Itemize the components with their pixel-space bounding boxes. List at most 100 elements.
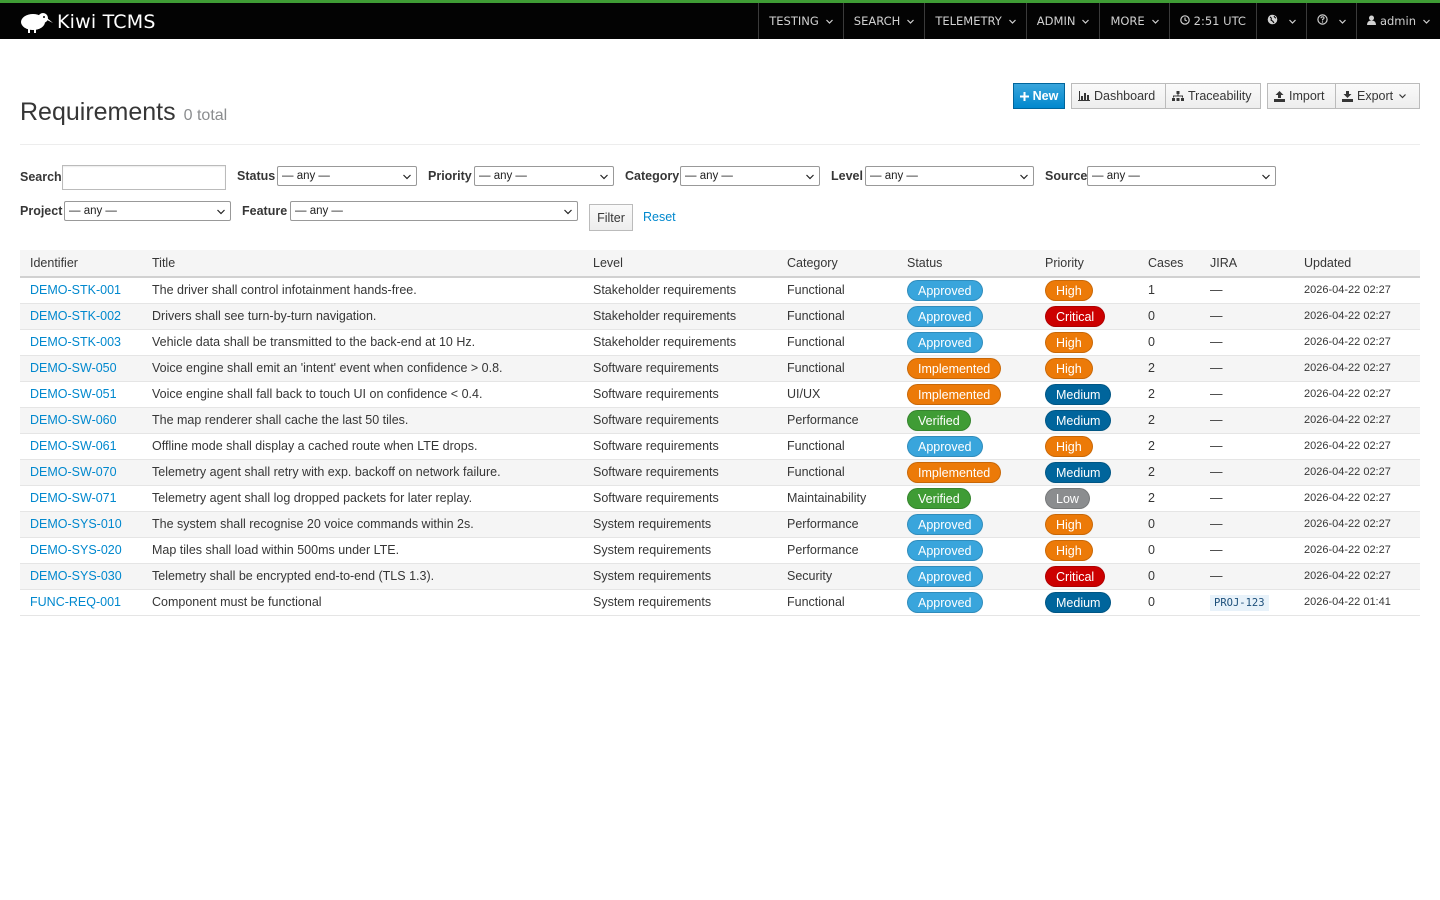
top-navbar: Kiwi TCMS TESTING SEARCH TELEMETRY ADMIN MOR… <box>0 0 1440 39</box>
cell-level: Software requirements <box>583 459 777 486</box>
cell-level: System requirements <box>583 563 777 590</box>
chevron-down-icon <box>564 209 572 215</box>
chevron-down-icon <box>907 19 915 24</box>
cell-identifier: DEMO-SW-050 <box>20 355 142 382</box>
nav-admin[interactable]: admin <box>1355 3 1440 39</box>
cell-updated: 2026-04-22 02:27 <box>1294 459 1420 486</box>
requirement-id-link[interactable]: DEMO-SW-061 <box>30 439 117 453</box>
requirement-id-link[interactable]: DEMO-SYS-020 <box>30 543 122 557</box>
table-row[interactable]: DEMO-STK-002 Drivers shall see turn-by-tu… <box>20 303 1420 330</box>
import-button[interactable]: Import <box>1267 83 1336 109</box>
cell-category: Performance <box>777 511 897 538</box>
requirement-id-link[interactable]: FUNC-REQ-001 <box>30 595 121 609</box>
column-header-updated: Updated <box>1294 250 1420 278</box>
table-row[interactable]: DEMO-SYS-030 Telemetry shall be encrypted… <box>20 563 1420 590</box>
cell-category: Performance <box>777 407 897 434</box>
requirement-id-link[interactable]: DEMO-SW-071 <box>30 491 117 505</box>
cell-jira: PROJ-123 <box>1200 589 1294 616</box>
traceability-button[interactable]: Traceability <box>1165 83 1261 109</box>
user-icon <box>1366 14 1376 28</box>
nav-search[interactable]: SEARCH <box>842 3 925 39</box>
priority-select[interactable]: — any — <box>474 166 614 186</box>
column-header-cases: Cases <box>1138 250 1200 278</box>
brand-logo[interactable]: Kiwi TCMS <box>19 9 156 35</box>
requirement-id-link[interactable]: DEMO-SYS-010 <box>30 517 122 531</box>
bar-chart-icon <box>1078 91 1090 101</box>
nav-testing[interactable]: TESTING <box>758 3 843 39</box>
cell-status: Implemented <box>897 381 1035 408</box>
chevron-down-icon <box>1020 174 1028 180</box>
priority-badge: Critical <box>1045 305 1106 327</box>
filter-button[interactable]: Filter <box>589 204 633 231</box>
feature-select[interactable]: — any — <box>290 201 578 221</box>
requirement-id-link[interactable]: DEMO-SW-070 <box>30 465 117 479</box>
cell-jira: — <box>1200 563 1294 590</box>
priority-badge: High <box>1045 279 1093 301</box>
cell-jira: — <box>1200 459 1294 486</box>
table-row[interactable]: DEMO-SW-060 The map renderer shall cache … <box>20 407 1420 434</box>
header-divider <box>20 144 1420 145</box>
requirement-id-link[interactable]: DEMO-STK-003 <box>30 335 121 349</box>
table-row[interactable]: DEMO-SYS-020 Map tiles shall load within … <box>20 537 1420 564</box>
cell-title: Telemetry agent shall retry with exp. ba… <box>142 459 583 486</box>
requirement-id-link[interactable]: DEMO-SW-051 <box>30 387 117 401</box>
cell-priority: High <box>1035 511 1138 538</box>
nav-help[interactable] <box>1305 3 1356 39</box>
status-badge: Approved <box>907 435 983 457</box>
nav-2-51-utc[interactable]: 2:51 UTC <box>1168 3 1256 39</box>
cell-status: Approved <box>897 589 1035 616</box>
cell-updated: 2026-04-22 02:27 <box>1294 381 1420 408</box>
table-row[interactable]: DEMO-SW-050 Voice engine shall emit an 'i… <box>20 355 1420 382</box>
cell-jira: — <box>1200 355 1294 382</box>
table-row[interactable]: DEMO-SW-070 Telemetry agent shall retry w… <box>20 459 1420 486</box>
requirement-id-link[interactable]: DEMO-SW-050 <box>30 361 117 375</box>
priority-badge: Critical <box>1045 565 1106 587</box>
category-select[interactable]: — any — <box>680 166 820 186</box>
cell-jira: — <box>1200 407 1294 434</box>
cell-identifier: DEMO-SYS-020 <box>20 537 142 564</box>
table-row[interactable]: DEMO-SW-061 Offline mode shall display a … <box>20 433 1420 460</box>
cell-updated: 2026-04-22 02:27 <box>1294 433 1420 460</box>
table-row[interactable]: FUNC-REQ-001 Component must be functional… <box>20 589 1420 616</box>
status-select[interactable]: — any — <box>277 166 417 186</box>
cell-identifier: DEMO-SW-060 <box>20 407 142 434</box>
dashboard-button[interactable]: Dashboard <box>1071 83 1166 109</box>
project-select[interactable]: — any — <box>64 201 231 221</box>
cell-title: Voice engine shall emit an 'intent' even… <box>142 355 583 382</box>
nav-admin[interactable]: ADMIN <box>1025 3 1100 39</box>
nav-globe[interactable] <box>1255 3 1306 39</box>
cell-updated: 2026-04-22 02:27 <box>1294 485 1420 512</box>
chevron-down-icon <box>403 174 411 180</box>
table-row[interactable]: DEMO-SW-051 Voice engine shall fall back … <box>20 381 1420 408</box>
cell-cases: 0 <box>1138 537 1200 564</box>
cell-status: Approved <box>897 563 1035 590</box>
cell-status: Approved <box>897 277 1035 304</box>
cell-title: Map tiles shall load within 500ms under … <box>142 537 583 564</box>
requirement-id-link[interactable]: DEMO-SYS-030 <box>30 569 122 583</box>
table-row[interactable]: DEMO-STK-003 Vehicle data shall be transm… <box>20 329 1420 356</box>
source-select[interactable]: — any — <box>1087 166 1276 186</box>
level-select[interactable]: — any — <box>865 166 1034 186</box>
cell-cases: 2 <box>1138 407 1200 434</box>
nav-telemetry[interactable]: TELEMETRY <box>924 3 1025 39</box>
jira-key[interactable]: PROJ-123 <box>1210 595 1269 611</box>
requirement-id-link[interactable]: DEMO-STK-001 <box>30 283 121 297</box>
nav-label: ADMIN <box>1036 14 1076 28</box>
cell-identifier: FUNC-REQ-001 <box>20 589 142 616</box>
table-row[interactable]: DEMO-SW-071 Telemetry agent shall log dro… <box>20 485 1420 512</box>
requirement-id-link[interactable]: DEMO-STK-002 <box>30 309 121 323</box>
table-row[interactable]: DEMO-STK-001 The driver shall control inf… <box>20 277 1420 304</box>
nav-more[interactable]: MORE <box>1099 3 1168 39</box>
cell-level: Stakeholder requirements <box>583 277 777 304</box>
cell-category: Performance <box>777 537 897 564</box>
cell-jira: — <box>1200 485 1294 512</box>
search-input[interactable] <box>62 165 226 190</box>
reset-link[interactable]: Reset <box>643 210 676 224</box>
chevron-down-icon <box>1262 174 1270 180</box>
priority-badge: High <box>1045 357 1093 379</box>
requirement-id-link[interactable]: DEMO-SW-060 <box>30 413 117 427</box>
table-row[interactable]: DEMO-SYS-010 The system shall recognise 2… <box>20 511 1420 538</box>
export-dropdown[interactable]: Export <box>1335 83 1420 109</box>
new-button[interactable]: New <box>1013 83 1065 109</box>
cell-title: Offline mode shall display a cached rout… <box>142 433 583 460</box>
